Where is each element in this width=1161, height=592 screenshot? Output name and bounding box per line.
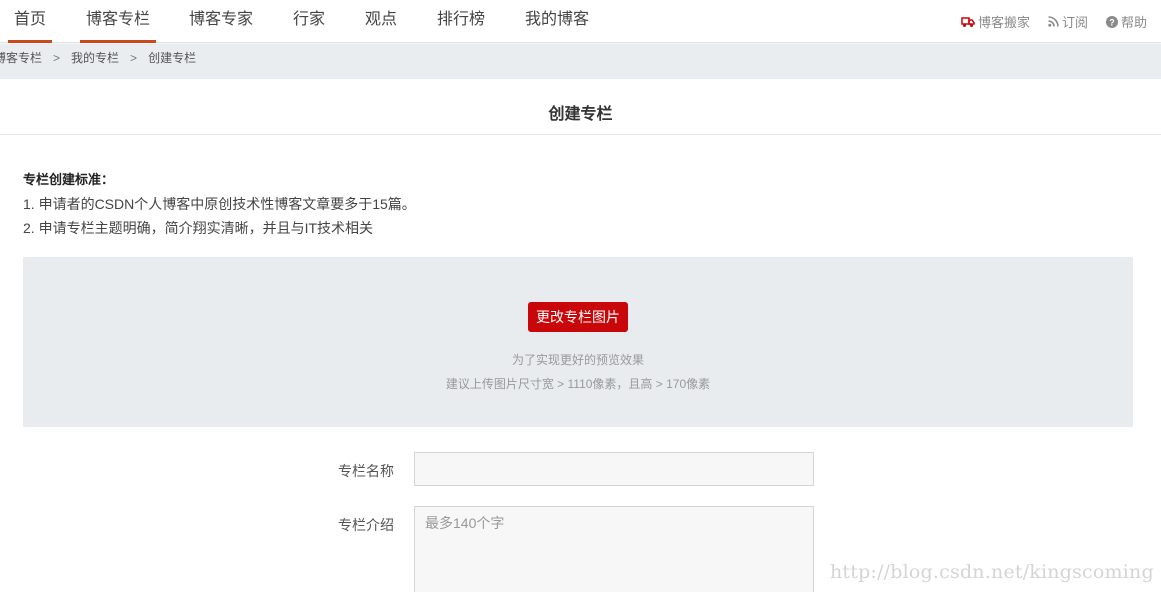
breadcrumb: 博客专栏 > 我的专栏 > 创建专栏 xyxy=(0,44,196,72)
blog-move-link[interactable]: 博客搬家 xyxy=(961,12,1030,31)
nav-item-label: 首页 xyxy=(13,11,46,28)
help-label: 帮助 xyxy=(1120,15,1147,30)
title-divider xyxy=(0,134,1161,135)
nav-item-blog-experts[interactable]: 博客专家 xyxy=(189,0,253,43)
truck-icon xyxy=(961,16,975,28)
column-name-label: 专栏名称 xyxy=(338,463,394,479)
change-column-image-button[interactable]: 更改专栏图片 xyxy=(528,302,628,332)
nav-item-label: 我的博客 xyxy=(525,11,590,28)
breadcrumb-bar: 博客专栏 > 我的专栏 > 创建专栏 xyxy=(0,44,1161,79)
nav-item-label: 观点 xyxy=(365,11,398,28)
standards-rule: 1. 申请者的CSDN个人博客中原创技术性博客文章要多于15篇。 xyxy=(23,196,416,212)
nav-item-label: 行家 xyxy=(293,11,326,28)
nav-item-my-blog[interactable]: 我的博客 xyxy=(525,0,589,43)
column-image-preview: 更改专栏图片 为了实现更好的预览效果 建议上传图片尺寸宽 > 1110像素，且高… xyxy=(23,257,1133,427)
header-right-links: 博客搬家 订阅 ? 帮助 xyxy=(961,0,1147,43)
breadcrumb-item-blog-column[interactable]: 博客专栏 xyxy=(0,44,42,72)
active-tab-indicator xyxy=(8,40,52,43)
top-navigation: 首页 博客专栏 博客专家 行家 观点 排行榜 我的博客 博客搬家 订阅 ? 帮助 xyxy=(0,0,1161,43)
subscribe-link[interactable]: 订阅 xyxy=(1048,12,1088,31)
nav-item-hangjia[interactable]: 行家 xyxy=(293,0,325,43)
column-standards: 专栏创建标准： 1. 申请者的CSDN个人博客中原创技术性博客文章要多于15篇。… xyxy=(23,168,416,240)
nav-item-rankings[interactable]: 排行榜 xyxy=(437,0,485,43)
active-tab-indicator xyxy=(80,40,156,43)
nav-item-blog-column[interactable]: 博客专栏 xyxy=(80,0,156,43)
page-title: 创建专栏 xyxy=(548,106,613,123)
column-name-input[interactable] xyxy=(414,452,814,486)
help-icon: ? xyxy=(1105,15,1118,28)
image-hint-size: 建议上传图片尺寸宽 > 1110像素，且高 > 170像素 xyxy=(445,377,711,391)
standards-rule: 2. 申请专栏主题明确，简介翔实清晰，并且与IT技术相关 xyxy=(23,220,374,236)
svg-text:?: ? xyxy=(1109,17,1115,27)
nav-item-home[interactable]: 首页 xyxy=(8,0,52,43)
nav-item-label: 博客专家 xyxy=(189,11,254,28)
watermark-text: http://blog.csdn.net/kingscoming xyxy=(830,561,1154,583)
help-link[interactable]: ? 帮助 xyxy=(1105,12,1147,31)
nav-item-label: 排行榜 xyxy=(437,11,486,28)
nav-item-label: 博客专栏 xyxy=(85,11,150,28)
column-intro-textarea[interactable] xyxy=(414,506,814,592)
rss-icon xyxy=(1048,16,1059,27)
nav-item-viewpoints[interactable]: 观点 xyxy=(365,0,397,43)
blog-move-label: 博客搬家 xyxy=(977,15,1030,30)
breadcrumb-item-create-column: 创建专栏 xyxy=(148,51,197,65)
breadcrumb-separator: > xyxy=(53,51,61,65)
column-intro-label: 专栏介绍 xyxy=(338,517,394,533)
standards-heading: 专栏创建标准： xyxy=(23,172,115,187)
image-hint-preview: 为了实现更好的预览效果 xyxy=(511,353,644,367)
subscribe-label: 订阅 xyxy=(1061,15,1088,30)
breadcrumb-item-my-column[interactable]: 我的专栏 xyxy=(71,44,119,72)
breadcrumb-separator: > xyxy=(130,51,138,65)
